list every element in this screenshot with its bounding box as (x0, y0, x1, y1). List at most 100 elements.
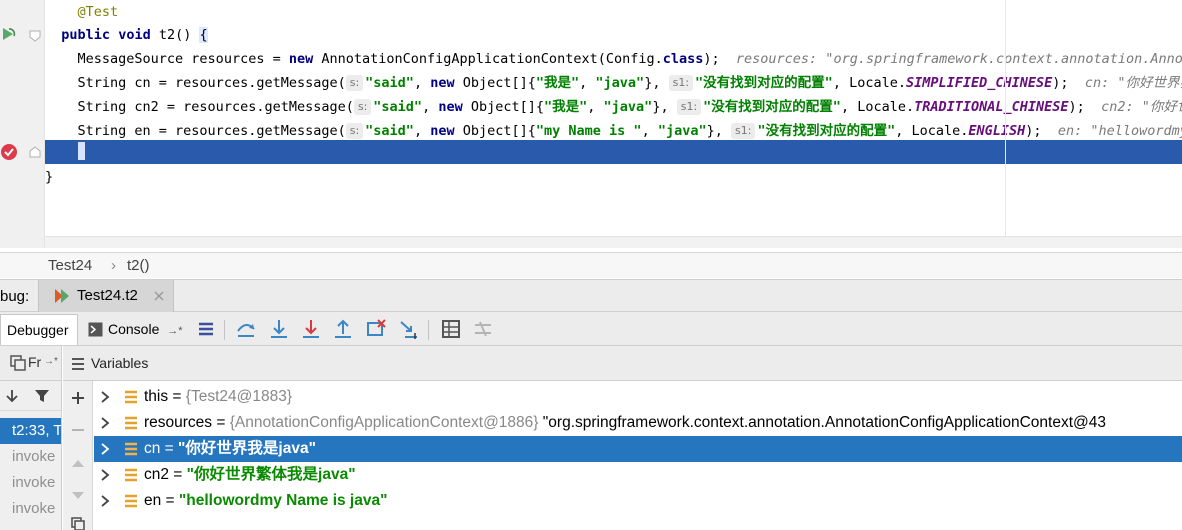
move-up-icon[interactable] (70, 456, 86, 472)
string-literal: "我是" (544, 99, 588, 115)
show-execution-point-icon[interactable] (194, 317, 218, 341)
frame-label: invoke (12, 474, 56, 491)
fold-marker-icon[interactable] (29, 146, 41, 158)
close-icon[interactable] (154, 291, 164, 301)
string-literal: "没有找到对应的配置" (695, 75, 833, 91)
fold-marker-icon[interactable] (29, 30, 41, 42)
drop-frame-icon[interactable] (364, 317, 388, 341)
variable-value: "hellowordmy Name is java" (178, 492, 388, 509)
variables-title: Variables (91, 355, 149, 371)
code-line[interactable]: MessageSource resources = new Annotation… (45, 47, 1182, 71)
brace: } (84, 144, 93, 160)
code-text: String cn2 = resources.getMessage( (77, 99, 354, 115)
frame-item[interactable]: invoke (0, 470, 61, 496)
force-step-into-icon[interactable] (299, 317, 323, 341)
code-text: }, (644, 75, 661, 91)
string-literal: "said" (365, 123, 414, 139)
code-line[interactable]: public void t2() { (45, 23, 1182, 47)
evaluate-expression-icon[interactable] (439, 317, 463, 341)
copy-icon[interactable] (70, 516, 86, 530)
variables-tree: this = {Test24@1883} resources = {Annota… (94, 382, 1182, 530)
frame-item[interactable]: invoke (0, 444, 61, 470)
debug-session-tab[interactable]: Test24.t2 (38, 280, 174, 312)
code-text: ); (703, 51, 720, 67)
breadcrumb-method[interactable]: t2() (127, 253, 150, 279)
chevron-right-icon[interactable] (100, 417, 110, 429)
toolbar-separator (224, 320, 225, 340)
code-line[interactable]: @Test (45, 0, 1182, 24)
method-name: t2() (158, 27, 200, 43)
field-icon (125, 416, 137, 430)
variable-row[interactable]: en = "hellowordmy Name is java" (94, 488, 1182, 514)
keyword: public (61, 27, 111, 43)
variable-row[interactable]: resources = {AnnotationConfigApplication… (94, 410, 1182, 436)
param-hint: s: (353, 99, 372, 115)
run-test-icon[interactable] (0, 26, 16, 42)
breadcrumb: Test24 › t2() (0, 252, 1182, 278)
variable-ref: {AnnotationConfigApplicationContext@1886… (229, 414, 539, 431)
step-out-icon[interactable] (331, 317, 355, 341)
step-over-icon[interactable] (234, 317, 258, 341)
chevron-right-icon[interactable] (100, 391, 110, 403)
field-icon (125, 442, 137, 456)
field-icon (125, 494, 137, 508)
variables-icon (72, 358, 84, 370)
frame-item-selected[interactable]: t2:33, T (0, 418, 61, 444)
tab-console[interactable]: Console →* (80, 314, 188, 345)
string-literal: "我是" (535, 75, 580, 91)
tab-debugger[interactable]: Debugger (0, 314, 78, 345)
variable-value: "org.springframework.context.annotation.… (538, 414, 1106, 431)
step-into-icon[interactable] (267, 317, 291, 341)
inline-debug-value: cn2: "你好世界繁体我是java" (1101, 99, 1182, 115)
debug-tool-window-header: bug: Test24.t2 (0, 279, 1182, 312)
add-watch-icon[interactable] (70, 390, 86, 406)
frames-toolbar (0, 382, 61, 411)
frame-item[interactable]: invoke (0, 496, 61, 522)
keyword: new (430, 75, 455, 91)
variable-equals: = (168, 388, 186, 405)
string-literal: "my Name is " (535, 123, 642, 139)
variable-ref: {Test24@1883} (185, 388, 293, 405)
code-text: Locale. (849, 75, 906, 91)
string-literal: "没有找到对应的配置" (757, 123, 896, 139)
variable-row[interactable]: this = {Test24@1883} (94, 384, 1182, 410)
string-literal: "没有找到对应的配置" (703, 99, 841, 115)
arrow-down-icon[interactable] (4, 388, 20, 404)
breadcrumb-class[interactable]: Test24 (48, 253, 92, 279)
code-line[interactable]: } (45, 165, 1182, 189)
move-down-icon[interactable] (70, 487, 86, 503)
code-text: }, (706, 123, 723, 139)
remove-watch-icon[interactable] (70, 422, 86, 438)
pin-icon[interactable]: →* (44, 356, 58, 367)
string-literal: "said" (373, 99, 423, 115)
param-hint: s1: (676, 99, 702, 115)
chevron-right-icon[interactable] (100, 495, 110, 507)
filter-icon[interactable] (34, 388, 50, 404)
trace-stream-icon[interactable] (471, 317, 495, 341)
keyword: new (288, 51, 314, 67)
inline-debug-value: resources: "org.springframework.context.… (735, 51, 1182, 67)
param-hint: s1: (668, 75, 694, 91)
variable-row-selected[interactable]: cn = "你好世界我是java" (94, 436, 1182, 462)
variables-side-toolbar (63, 381, 93, 530)
editor-gutter[interactable] (0, 0, 45, 248)
code-editor[interactable]: @Test public void t2() { MessageSource r… (0, 0, 1182, 248)
static-field: ENGLISH (968, 123, 1026, 139)
current-execution-line[interactable]: } (45, 140, 1182, 164)
code-text: ); (1052, 75, 1069, 91)
editor-horizontal-scrollbar[interactable] (45, 236, 1182, 248)
tab-label: Console (108, 321, 160, 337)
run-to-cursor-icon[interactable] (397, 317, 421, 341)
code-line[interactable]: String cn2 = resources.getMessage(s: "sai… (45, 95, 1182, 119)
frames-header: Fr →* (0, 346, 61, 381)
variables-header: Variables (63, 346, 1182, 381)
static-field: SIMPLIFIED_CHINESE (905, 75, 1053, 91)
keyword: class (662, 51, 704, 67)
pin-icon[interactable]: →* (167, 325, 182, 337)
variable-row[interactable]: cn2 = "你好世界繁体我是java" (94, 462, 1182, 488)
breakpoint-icon[interactable] (0, 143, 18, 161)
code-text: MessageSource resources = (77, 51, 289, 67)
chevron-right-icon[interactable] (100, 469, 110, 481)
code-line[interactable]: String cn = resources.getMessage(s: "said… (45, 71, 1182, 95)
chevron-right-icon[interactable] (100, 443, 110, 455)
